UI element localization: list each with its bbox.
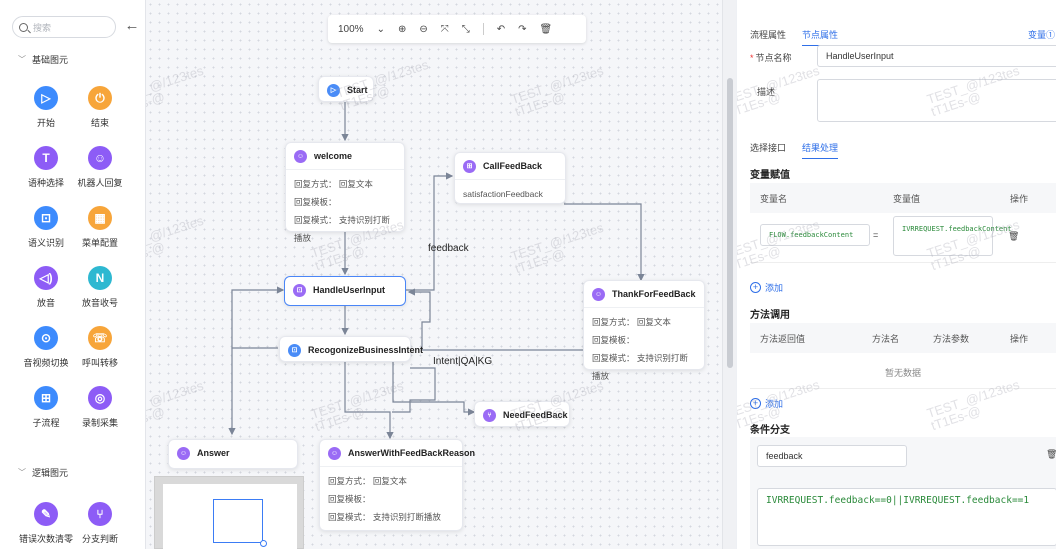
flow-canvas[interactable]: 100% ⌄ ⊕ ⊖ ⤧ ⤡ ↶ ↷ 🗑 feedback Intent|QA|… xyxy=(146,0,722,549)
search-icon xyxy=(19,22,28,32)
tool-robot-reply[interactable]: ☺ 机器人回复 xyxy=(70,146,130,189)
scrollbar-thumb[interactable] xyxy=(727,78,733,368)
tool-record[interactable]: ◎ 录制采集 xyxy=(70,386,130,429)
record-icon: ◎ xyxy=(88,386,112,410)
tab-result-processing[interactable]: 结果处理 xyxy=(802,141,839,159)
node-welcome[interactable]: ☺ welcome 回复方式： 回复文本 回复模板： 回复模式： 支持识别打断播放 xyxy=(285,142,405,243)
power-icon: ⏻ xyxy=(88,86,112,110)
node-name-label: * 节点名称 xyxy=(750,53,792,63)
section-logic[interactable]: ﹀ 逻辑图元 xyxy=(18,466,68,479)
robot-icon: ☺ xyxy=(177,446,190,460)
tab-node-properties[interactable]: 节点属性 xyxy=(802,28,839,46)
tool-start[interactable]: ▷ 开始 xyxy=(16,86,76,129)
condition-branch-heading: 条件分支 xyxy=(750,425,790,436)
play-icon: ▷ xyxy=(34,86,58,110)
tool-semantic[interactable]: ⊡ 语义识别 xyxy=(16,206,76,249)
vertical-scrollbar[interactable] xyxy=(722,0,736,549)
component-palette: 搜索 ← ﹀ 基础图元 ▷ 开始 ⏻ 结束 T 语种选择 ☺ 机器人回复 ⊡ 语… xyxy=(0,0,146,549)
search-input[interactable]: 搜索 xyxy=(12,16,116,38)
tool-av-switch[interactable]: ⊙ 音视频切换 xyxy=(16,326,76,369)
tool-call-transfer[interactable]: ☏ 呼叫转移 xyxy=(70,326,130,369)
node-handleuserinput[interactable]: ⊡ HandleUserInput xyxy=(284,276,406,306)
subflow-icon: ⊞ xyxy=(34,386,58,410)
minimap[interactable] xyxy=(154,476,304,549)
scan-face-icon: ⊡ xyxy=(288,343,301,357)
chevron-down-icon: ﹀ xyxy=(18,468,26,477)
variable-name-input[interactable]: FLOW.feedbackContent xyxy=(760,224,870,246)
properties-panel: 流程属性 节点属性 变量① * 节点名称 HandleUserInput 描述 选… xyxy=(737,0,1056,549)
edge-label-feedback[interactable]: feedback xyxy=(428,243,469,254)
watermark: TEST_@/123tes tT1Es-@ xyxy=(925,376,1022,434)
node-recognize-intent[interactable]: ⊡ RecogonizeBusinessIntent xyxy=(279,336,423,362)
search-placeholder: 搜索 xyxy=(33,22,52,33)
equals-sign: = xyxy=(873,230,879,240)
panel-tabs: 流程属性 节点属性 xyxy=(750,28,854,46)
tool-language-select[interactable]: T 语种选择 xyxy=(16,146,76,189)
robot-icon: ☺ xyxy=(592,287,605,301)
variable-assign-heading: 变量赋值 xyxy=(750,170,790,181)
tool-error-reset[interactable]: ✎ 错误次数清零 xyxy=(16,502,76,545)
method-table-header: 方法返回值 方法名 方法参数 操作 xyxy=(750,323,1056,353)
robot-icon: ☺ xyxy=(294,149,307,163)
play-icon: ▷ xyxy=(327,83,340,97)
tab-select-interface[interactable]: 选择接口 xyxy=(750,141,786,159)
plus-icon: + xyxy=(750,282,761,293)
divider xyxy=(750,388,1056,389)
condition-name-input[interactable]: feedback xyxy=(757,445,907,467)
robot-icon: ☺ xyxy=(328,446,341,460)
no-data-text: 暂无数据 xyxy=(885,368,922,378)
condition-expression-input[interactable]: IVRREQUEST.feedback==0||IVRREQUEST.feedb… xyxy=(757,488,1056,546)
description-label: 描述 xyxy=(757,87,776,97)
delete-icon[interactable]: 🗑 xyxy=(1008,231,1019,242)
node-answerwithfeedbackreason[interactable]: ☺ AnswerWithFeedBackReason 回复方式： 回复文本 回复模… xyxy=(319,439,475,531)
tool-menu-config[interactable]: ▦ 菜单配置 xyxy=(70,206,130,249)
minimap-viewport[interactable] xyxy=(213,499,263,543)
call-transfer-icon: ☏ xyxy=(88,326,112,350)
tool-branch[interactable]: ⑂ 分支判断 xyxy=(70,502,130,545)
node-name-input[interactable]: HandleUserInput xyxy=(817,45,1056,67)
variable-table-header: 变量名 变量值 操作 xyxy=(750,183,1056,213)
node-callfeedback[interactable]: ⊞ CallFeedBack satisfactionFeedback xyxy=(454,152,566,204)
grid-menu-icon: ▦ xyxy=(88,206,112,230)
condition-branch-block: feedback 🗑 IVRREQUEST.feedback==0||IVRRE… xyxy=(750,437,1056,549)
variable-value-input[interactable]: IVRREQUEST.feedbackContent xyxy=(893,216,1012,256)
method-call-heading: 方法调用 xyxy=(750,310,790,321)
section-basic[interactable]: ﹀ 基础图元 xyxy=(18,53,68,66)
subflow-icon: ⊞ xyxy=(463,159,476,173)
variable-row: FLOW.feedbackContent = IVRREQUEST.feedba… xyxy=(750,213,1056,263)
delete-icon[interactable]: 🗑 xyxy=(1046,449,1056,460)
branch-icon: ⑂ xyxy=(483,408,496,422)
scan-face-icon: ⊡ xyxy=(34,206,58,230)
description-textarea[interactable] xyxy=(817,79,1056,122)
subtabs: 选择接口 结果处理 xyxy=(750,141,854,159)
variables-link[interactable]: 变量① xyxy=(1028,28,1055,41)
keypad-icon: N xyxy=(88,266,112,290)
tool-play-audio[interactable]: ◁) 放音 xyxy=(16,266,76,309)
robot-icon: ☺ xyxy=(88,146,112,170)
tab-flow-properties[interactable]: 流程属性 xyxy=(750,28,786,46)
plus-icon: + xyxy=(750,398,761,409)
speaker-icon: ◁) xyxy=(34,266,58,290)
chevron-down-icon: ﹀ xyxy=(18,55,26,64)
eraser-icon: ✎ xyxy=(34,502,58,526)
scan-face-icon: ⊡ xyxy=(293,283,306,297)
watermark: TEST_@/123tes tT1Es-@ xyxy=(737,62,822,120)
text-T-icon: T xyxy=(34,146,58,170)
minimap-resize-handle[interactable] xyxy=(260,540,267,547)
collapse-arrow-icon[interactable]: ← xyxy=(124,18,140,34)
tool-subflow[interactable]: ⊞ 子流程 xyxy=(16,386,76,429)
node-needfeedback[interactable]: ⑂ NeedFeedBack xyxy=(474,401,570,427)
add-method-button[interactable]: + 添加 xyxy=(750,397,783,410)
av-switch-icon: ⊙ xyxy=(34,326,58,350)
node-thankforfeedback[interactable]: ☺ ThankForFeedBack 回复方式： 回复文本 回复模板： 回复模式：… xyxy=(583,280,705,381)
node-start[interactable]: ▷ Start xyxy=(318,76,374,102)
branch-icon: ⑂ xyxy=(88,502,112,526)
node-answer[interactable]: ☺ Answer xyxy=(168,439,298,469)
tool-end[interactable]: ⏻ 结束 xyxy=(70,86,130,129)
add-variable-button[interactable]: + 添加 xyxy=(750,281,783,294)
edge-label-intent[interactable]: Intent|QA|KG xyxy=(433,356,492,367)
tool-play-collect[interactable]: N 放音收号 xyxy=(70,266,130,309)
